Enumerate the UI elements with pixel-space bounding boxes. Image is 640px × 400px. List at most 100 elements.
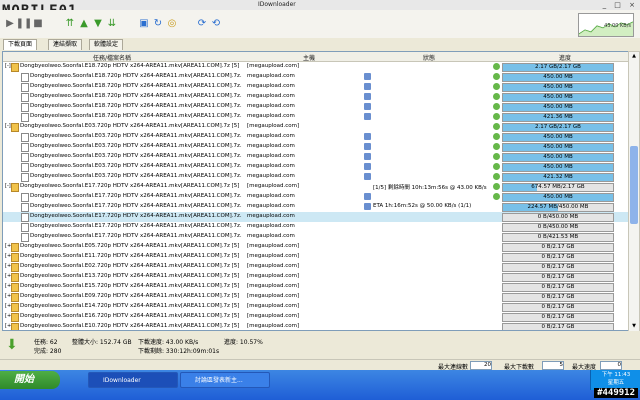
column-header-progress[interactable]: 進度 (559, 53, 571, 62)
refresh-icon[interactable] (364, 143, 371, 150)
table-row[interactable]: Dongbyeolweo.Soonfal.E17.720p HDTV x264-… (3, 192, 629, 202)
progress-bar: 450.00 MB (502, 143, 614, 152)
task-host: megaupload.com (247, 173, 295, 179)
folder-icon (11, 123, 19, 132)
task-host: megaupload.com (247, 113, 295, 119)
check-icon (493, 133, 500, 140)
task-host: megaupload.com (247, 223, 295, 229)
move-top-icon[interactable]: ⇈ (64, 17, 76, 29)
refresh-icon[interactable] (364, 163, 371, 170)
refresh-icon[interactable] (364, 113, 371, 120)
table-row[interactable]: [+] Dongbyeolweo.Soonfal.E15.720p HDTV x2… (3, 282, 629, 292)
move-down-icon[interactable]: ▼ (92, 17, 104, 29)
toolbar: ▶ ❚❚ ■ ⇈ ▲ ▼ ⇊ ▣ ↻ ◎ ⟳ ⟲ 43.00 KB/s (0, 10, 640, 39)
window-controls[interactable]: _ □ × (603, 1, 638, 9)
table-row[interactable]: Dongbyeolweo.Soonfal.E18.720p HDTV x264-… (3, 102, 629, 112)
table-row[interactable]: Dongbyeolweo.Soonfal.E18.720p HDTV x264-… (3, 112, 629, 122)
max-speed-input[interactable]: 0 (600, 361, 622, 370)
progress-text: 0 B/2.17 GB (541, 244, 575, 250)
table-row[interactable]: [+] Dongbyeolweo.Soonfal.E05.720p HDTV x2… (3, 242, 629, 252)
refresh-icon[interactable] (364, 103, 371, 110)
reload-icon[interactable]: ⟲ (210, 17, 222, 29)
stop-icon[interactable]: ■ (32, 17, 44, 29)
task-name: Dongbyeolweo.Soonfal.E18.720p HDTV x264-… (30, 73, 242, 79)
refresh-icon[interactable] (364, 83, 371, 90)
task-host: [megaupload.com] (247, 293, 300, 299)
move-up-icon[interactable]: ▲ (78, 17, 90, 29)
folder-icon (11, 243, 19, 252)
pause-icon[interactable]: ❚❚ (16, 17, 33, 29)
column-header-name[interactable]: 任務/檔案名稱 (93, 53, 131, 62)
scroll-down-icon[interactable]: ▼ (630, 323, 638, 331)
scroll-thumb[interactable] (630, 146, 638, 224)
table-row[interactable]: Dongbyeolweo.Soonfal.E18.720p HDTV x264-… (3, 92, 629, 102)
taskbar-item-forum[interactable]: 討論區發表新主... (180, 372, 270, 388)
table-row[interactable]: [+] Dongbyeolweo.Soonfal.E13.720p HDTV x2… (3, 272, 629, 282)
clock[interactable]: 下午 11:43 (591, 370, 640, 378)
column-header-host[interactable]: 主機 (303, 53, 315, 62)
table-row[interactable]: Dongbyeolweo.Soonfal.E03.720p HDTV x264-… (3, 132, 629, 142)
tab-link-grabber[interactable]: 連結擷取 (48, 39, 83, 50)
refresh-icon[interactable] (364, 73, 371, 80)
check-icon (493, 153, 500, 160)
refresh-icon[interactable] (364, 153, 371, 160)
check-icon (493, 163, 500, 170)
table-row[interactable]: Dongbyeolweo.Soonfal.E18.720p HDTV x264-… (3, 82, 629, 92)
task-status: [1/5] 剩餘時間 10h:13m:56s @ 43.00 KB/s (373, 185, 487, 191)
play-icon[interactable]: ▶ (4, 17, 16, 29)
expand-toggle[interactable]: [-] (5, 123, 11, 129)
table-row[interactable]: [+] Dongbyeolweo.Soonfal.E10.720p HDTV x2… (3, 322, 629, 330)
table-row[interactable]: Dongbyeolweo.Soonfal.E17.720p HDTV x264-… (3, 222, 629, 232)
speed-graph: 43.00 KB/s (578, 13, 634, 37)
table-row[interactable]: [-] Dongbyeolweo.Soonfal.E03.720p HDTV x2… (3, 122, 629, 132)
table-row[interactable]: Dongbyeolweo.Soonfal.E17.720p HDTV x264-… (3, 202, 629, 212)
table-row[interactable]: [+] Dongbyeolweo.Soonfal.E14.720p HDTV x2… (3, 302, 629, 312)
table-row[interactable]: [+] Dongbyeolweo.Soonfal.E02.720p HDTV x2… (3, 262, 629, 272)
sync-icon[interactable]: ↻ (152, 17, 164, 29)
expand-toggle[interactable]: [-] (5, 63, 11, 69)
table-row[interactable]: [-] Dongbyeolweo.Soonfal.E18.720p HDTV x2… (3, 62, 629, 72)
expand-toggle[interactable]: [-] (5, 183, 11, 189)
tab-downloads[interactable]: 下載頁面 (3, 39, 38, 50)
scroll-up-icon[interactable]: ▲ (630, 53, 638, 61)
table-row[interactable]: Dongbyeolweo.Soonfal.E03.720p HDTV x264-… (3, 152, 629, 162)
refresh-icon[interactable] (364, 133, 371, 140)
download-list: 任務/檔案名稱 主機 狀態 進度 [-] Dongbyeolweo.Soonfal… (2, 51, 630, 331)
column-header-status[interactable]: 狀態 (423, 53, 435, 62)
max-downloads-input[interactable]: 5 (542, 361, 564, 370)
check-icon (493, 193, 500, 200)
vertical-scrollbar[interactable]: ▲ ▼ (628, 51, 640, 333)
refresh-icon[interactable] (364, 193, 371, 200)
refresh-icon[interactable] (364, 173, 371, 180)
table-row[interactable]: [+] Dongbyeolweo.Soonfal.E16.720p HDTV x2… (3, 312, 629, 322)
refresh-icon[interactable] (364, 93, 371, 100)
table-row[interactable]: Dongbyeolweo.Soonfal.E17.720p HDTV x264-… (3, 232, 629, 242)
options-icon[interactable]: ▣ (138, 17, 150, 29)
progress-text: 450.00 MB (543, 104, 573, 110)
task-name: Dongbyeolweo.Soonfal.E17.720p HDTV x264-… (30, 233, 242, 239)
progress-text: 0 B/2.17 GB (541, 264, 575, 270)
table-row[interactable]: Dongbyeolweo.Soonfal.E03.720p HDTV x264-… (3, 162, 629, 172)
table-row[interactable]: Dongbyeolweo.Soonfal.E18.720p HDTV x264-… (3, 72, 629, 82)
table-row[interactable]: Dongbyeolweo.Soonfal.E17.720p HDTV x264-… (3, 212, 629, 222)
refresh-icon[interactable] (364, 203, 371, 210)
progress-bar: 450.00 MB (502, 163, 614, 172)
table-row[interactable]: [+] Dongbyeolweo.Soonfal.E11.720p HDTV x2… (3, 252, 629, 262)
overall-progress: 進度: 10.57% (224, 339, 263, 346)
task-name: Dongbyeolweo.Soonfal.E03.720p HDTV x264-… (30, 133, 242, 139)
start-button[interactable]: 開始 (0, 371, 60, 389)
folder-icon (11, 323, 19, 330)
max-connections-input[interactable]: 20 (470, 361, 492, 370)
file-icon (21, 113, 29, 122)
table-row[interactable]: [+] Dongbyeolweo.Soonfal.E09.720p HDTV x2… (3, 292, 629, 302)
progress-text: 450.00 MB (543, 144, 573, 150)
refresh-icon[interactable]: ⟳ (196, 17, 208, 29)
globe-icon[interactable]: ◎ (166, 17, 178, 29)
task-name: Dongbyeolweo.Soonfal.E13.720p HDTV x264-… (20, 273, 240, 279)
taskbar-item-idownloader[interactable]: IDownloader (88, 372, 178, 388)
tab-settings[interactable]: 軟體設定 (89, 39, 124, 50)
table-row[interactable]: Dongbyeolweo.Soonfal.E03.720p HDTV x264-… (3, 172, 629, 182)
table-row[interactable]: Dongbyeolweo.Soonfal.E03.720p HDTV x264-… (3, 142, 629, 152)
table-row[interactable]: [-] Dongbyeolweo.Soonfal.E17.720p HDTV x2… (3, 182, 629, 192)
move-bottom-icon[interactable]: ⇊ (106, 17, 118, 29)
